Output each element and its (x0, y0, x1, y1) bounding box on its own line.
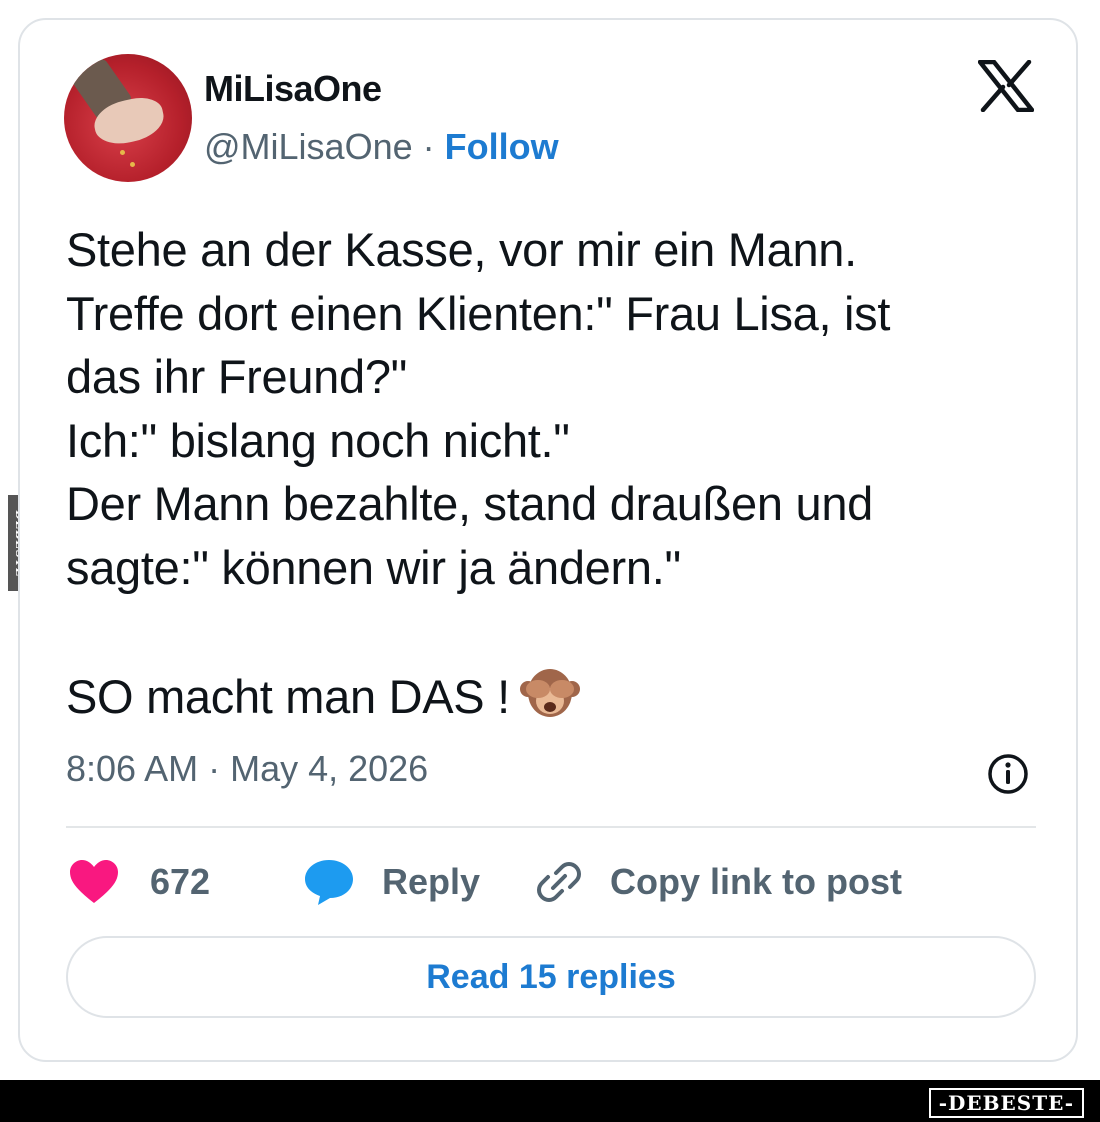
tweet-line: SO macht man DAS ! (66, 669, 510, 723)
tweet-line: Treffe dort einen Klienten:" Frau Lisa, … (66, 286, 891, 340)
reply-button[interactable]: Reply (302, 852, 480, 912)
tweet-line: Ich:" bislang noch nicht." (66, 413, 570, 467)
copy-link-button[interactable]: Copy link to post (534, 852, 902, 912)
footer-watermark-logo: -DEBESTE- (928, 1088, 1084, 1118)
divider (66, 826, 1036, 828)
heart-icon (70, 860, 118, 903)
reply-bubble-icon (305, 860, 353, 905)
tweet-line: das ihr Freund?" (66, 350, 408, 403)
follow-button[interactable]: Follow (445, 126, 559, 167)
tweet-line: Stehe an der Kasse, vor mir ein Mann. (66, 223, 857, 276)
like-count: 672 (150, 861, 211, 902)
author-name[interactable]: MiLisaOne (204, 68, 382, 110)
handle-separator: · (412, 126, 445, 167)
tweet-line: sagte:" können wir ja ändern." (66, 540, 681, 594)
see-no-evil-monkey-icon (519, 668, 580, 717)
read-replies-button[interactable]: Read 15 replies (66, 936, 1036, 1018)
like-button[interactable]: 672 (66, 852, 226, 912)
tweet-line: Der Mann bezahlte, stand draußen und (66, 477, 873, 530)
link-icon (537, 862, 581, 902)
info-icon[interactable] (986, 752, 1030, 796)
x-logo-icon[interactable] (978, 60, 1034, 112)
author-handle-row: @MiLisaOne · Follow (204, 126, 559, 168)
tweet-card: MiLisaOne @MiLisaOne · Follow Stehe an d… (18, 18, 1078, 1062)
author-handle[interactable]: @MiLisaOne (204, 126, 413, 167)
action-bar: 672 Reply Copy link to post (66, 852, 1046, 912)
tweet-text: Stehe an der Kasse, vor mir ein Mann. Tre… (66, 218, 1046, 728)
footer-bar: -DEBESTE- (0, 1080, 1100, 1122)
reply-label: Reply (382, 861, 481, 902)
tweet-last-line: SO macht man DAS ! (66, 663, 1046, 729)
timestamp[interactable]: 8:06 AM · May 4, 2026 (66, 748, 428, 790)
copy-link-label: Copy link to post (610, 861, 902, 902)
avatar[interactable] (64, 54, 192, 182)
read-replies-label: Read 15 replies (426, 957, 676, 996)
